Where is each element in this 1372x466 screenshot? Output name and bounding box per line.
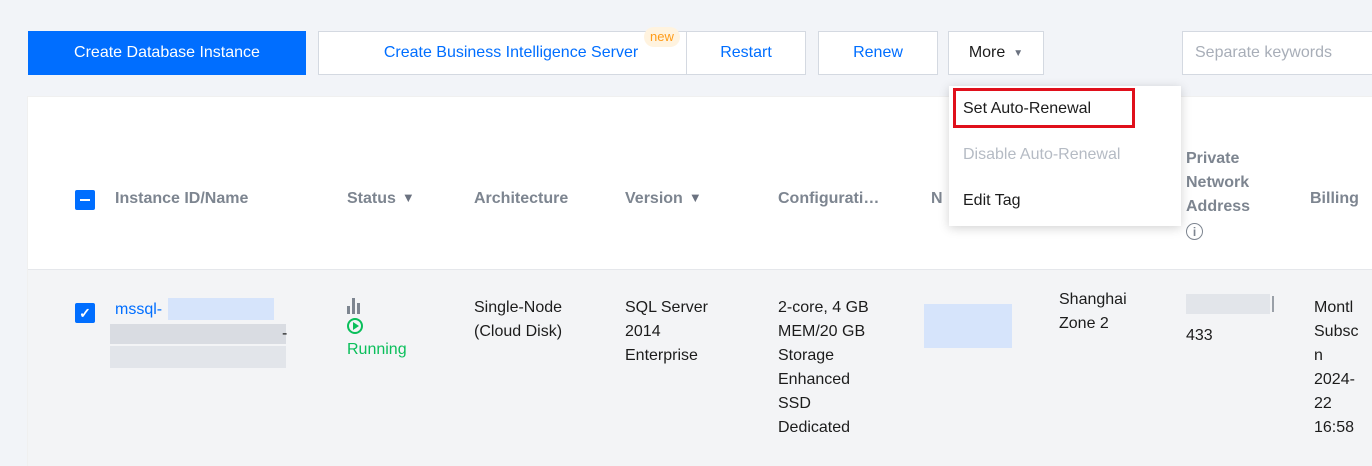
select-all-checkbox[interactable] [75, 190, 95, 210]
column-private-line-2: Network [1186, 174, 1250, 191]
instance-fragment: - [282, 325, 288, 342]
toolbar: Create Database Instance Create Business… [28, 31, 1372, 77]
column-private-line-1: Private [1186, 150, 1240, 167]
port-value: 433 [1186, 327, 1213, 344]
column-private-network-address: Private Network Address i [1186, 147, 1250, 240]
filter-icon[interactable]: ▼ [689, 190, 702, 205]
menu-item-disable-auto-renewal: Disable Auto-Renewal [963, 146, 1121, 163]
region-line-2: Zone 2 [1059, 315, 1109, 332]
search-input[interactable] [1195, 44, 1372, 62]
new-badge: new [644, 27, 680, 47]
menu-item-edit-tag[interactable]: Edit Tag [949, 181, 1181, 221]
configuration-cell: 2-core, 4 GB MEM/20 GB Storage Enhanced … [778, 296, 869, 440]
configuration-line-5: SSD [778, 395, 811, 412]
column-network: N [931, 190, 943, 207]
redacted-instance-id-2 [110, 324, 286, 344]
check-icon: ✓ [79, 304, 91, 321]
bar-chart-icon[interactable] [347, 296, 407, 314]
restart-button[interactable]: Restart [686, 31, 806, 75]
column-configuration: Configurati… [778, 190, 880, 207]
redacted-instance-id [168, 298, 274, 320]
column-private-line-3: Address [1186, 198, 1251, 215]
caret-down-icon: ▼ [1013, 47, 1024, 59]
version-line-3: Enterprise [625, 347, 698, 364]
menu-item-set-auto-renewal[interactable]: Set Auto-Renewal [949, 89, 1181, 129]
column-version[interactable]: Version ▼ [625, 190, 702, 208]
create-database-instance-button[interactable]: Create Database Instance [28, 31, 306, 75]
configuration-line-1: 2-core, 4 GB [778, 299, 869, 316]
indeterminate-icon [80, 199, 90, 201]
billing-cell: Montl Subsc n 2024- 22 16:58 [1314, 296, 1372, 440]
row-checkbox[interactable]: ✓ [75, 303, 95, 323]
more-button[interactable]: More ▼ [948, 31, 1044, 75]
column-status-label: Status [347, 190, 396, 207]
configuration-line-6: Dedicated [778, 419, 851, 436]
version-cell: SQL Server 2014 Enterprise [625, 296, 708, 368]
column-billing: Billing [1310, 190, 1359, 207]
billing-line-1: Montl [1314, 299, 1354, 316]
column-version-label: Version [625, 190, 683, 207]
redacted-divider [1272, 296, 1274, 312]
configuration-line-2: MEM/20 GB [778, 323, 866, 340]
version-line-1: SQL Server [625, 299, 708, 316]
billing-line-2: Subsc [1314, 323, 1359, 340]
billing-line-4: 2024- [1314, 371, 1355, 388]
more-label: More [968, 44, 1006, 61]
search-field[interactable] [1182, 31, 1372, 75]
status-running: Running [347, 341, 407, 358]
column-status[interactable]: Status ▼ [347, 190, 415, 208]
configuration-line-4: Enhanced [778, 371, 851, 388]
redacted-private-ip [1186, 294, 1270, 314]
architecture-line-2: (Cloud Disk) [474, 323, 563, 340]
renew-button[interactable]: Renew [818, 31, 938, 75]
filter-icon[interactable]: ▼ [402, 190, 415, 205]
billing-line-6: 16:58 [1314, 419, 1355, 436]
table-row: ✓ mssql- - Running Single-Node (Cloud Di… [28, 270, 1372, 466]
info-icon[interactable]: i [1186, 223, 1203, 240]
billing-line-3: n [1314, 347, 1323, 364]
configuration-line-3: Storage [778, 347, 835, 364]
architecture-cell: Single-Node (Cloud Disk) [474, 296, 562, 344]
status-cell: Running [347, 296, 407, 362]
region-cell: Shanghai Zone 2 [1059, 288, 1127, 336]
version-line-2: 2014 [625, 323, 661, 340]
architecture-line-1: Single-Node [474, 299, 563, 316]
play-circle-icon [347, 318, 363, 334]
redacted-instance-name [110, 346, 286, 368]
more-dropdown-menu: Set Auto-Renewal Disable Auto-Renewal Ed… [949, 86, 1181, 226]
billing-line-5: 22 [1314, 395, 1332, 412]
column-architecture: Architecture [474, 190, 569, 207]
instance-id-link[interactable]: mssql- [115, 298, 162, 322]
column-instance-id: Instance ID/Name [115, 190, 249, 207]
region-line-1: Shanghai [1059, 291, 1127, 308]
redacted-network [924, 304, 1012, 348]
